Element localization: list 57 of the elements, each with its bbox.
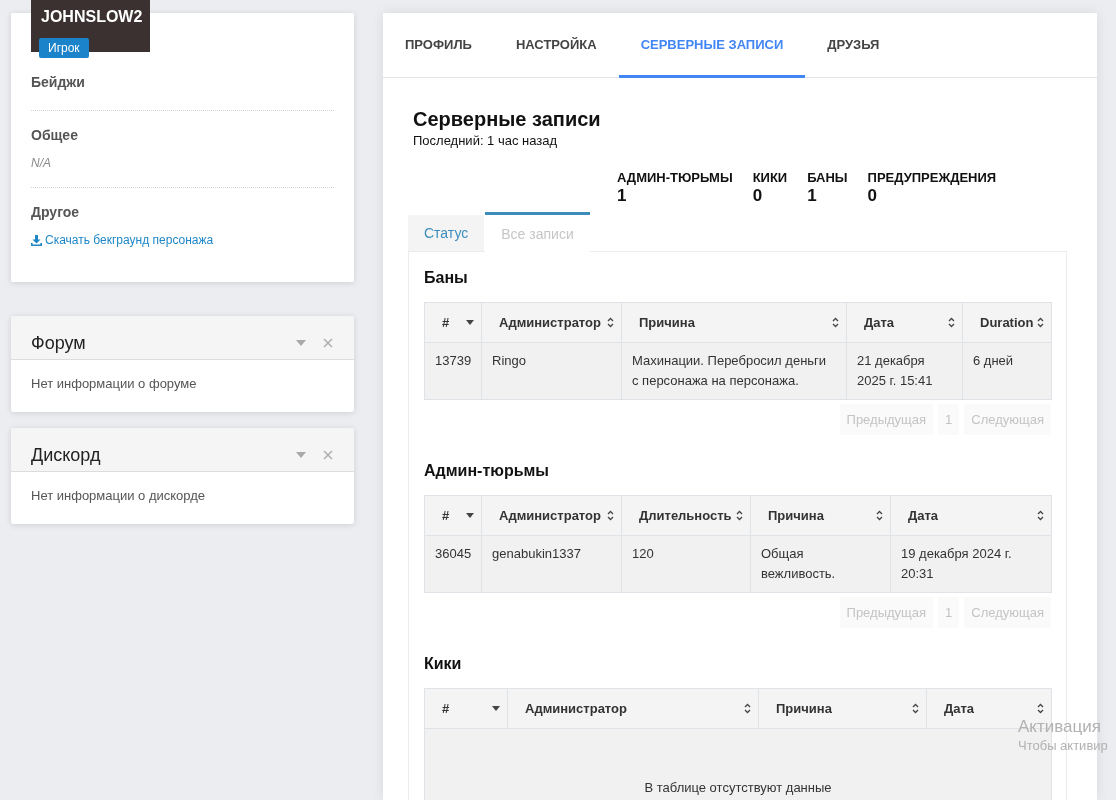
username: JOHNSLOW2 (41, 7, 143, 27)
column-header[interactable]: # (424, 495, 482, 536)
tab[interactable]: ДРУЗЬЯ (805, 13, 902, 78)
download-link[interactable]: Скачать бекграунд персонажа (31, 231, 214, 249)
column-header[interactable]: Причина (621, 302, 847, 343)
column-header[interactable]: Причина (750, 495, 891, 536)
column-header[interactable]: Дата (890, 495, 1052, 536)
page-title: Серверные записи (413, 107, 601, 131)
table-cell: 13739 (424, 342, 482, 400)
column-header[interactable]: # (424, 688, 508, 729)
close-icon[interactable] (323, 449, 333, 460)
table-cell: 21 декабря 2025 г. 15:41 (846, 342, 963, 400)
activation-text: Чтобы активир (1018, 738, 1108, 754)
column-header[interactable]: Администратор (481, 302, 622, 343)
caret-down-icon[interactable] (296, 339, 306, 346)
table-title: Кики (424, 654, 462, 674)
column-header[interactable]: # (424, 302, 482, 343)
column-header[interactable]: Причина (758, 688, 927, 729)
table-title: Админ-тюрьмы (424, 461, 549, 481)
tab[interactable]: ПРОФИЛЬ (383, 13, 494, 78)
caret-down-icon[interactable] (296, 451, 306, 458)
section-title: Общее (31, 126, 78, 145)
last-updated-text: Последний: 1 час назад (413, 133, 558, 149)
column-header[interactable]: Длительность (621, 495, 751, 536)
table-cell: 120 (621, 535, 751, 593)
stat-label: ПРЕДУПРЕЖДЕНИЯ (867, 170, 997, 186)
table-cell: 6 дней (962, 342, 1052, 400)
table-cell: 36045 (424, 535, 482, 593)
section-title: Другое (31, 203, 80, 222)
card-text: Нет информации о форуме (31, 376, 197, 391)
column-header[interactable]: Duration (962, 302, 1052, 343)
card-title: Форум (31, 331, 86, 355)
table-cell: Ringo (481, 342, 622, 400)
stat-value: 0 (867, 186, 877, 206)
stat-label: АДМИН-ТЮРЬМЫ (617, 170, 733, 186)
table-cell: Махинации. Перебросил деньги с персонажа на персонажа. (621, 342, 847, 400)
column-header[interactable]: Дата (846, 302, 963, 343)
download-icon (31, 234, 42, 246)
stat-label: БАНЫ (807, 170, 848, 186)
table-cell: 19 декабря 2024 г. 20:31 (890, 535, 1052, 593)
stat-value: 0 (752, 186, 763, 206)
role-badge: Игрок (39, 38, 89, 58)
tab[interactable]: НАСТРОЙКА (493, 13, 619, 78)
close-icon[interactable] (323, 337, 333, 348)
stat-value: 1 (807, 186, 817, 206)
column-header[interactable]: Администратор (481, 495, 622, 536)
section-title: Бейджи (31, 73, 85, 92)
stat-label: КИКИ (752, 170, 788, 186)
table-cell: genabukin1337 (481, 535, 622, 593)
stat-value: 1 (617, 186, 627, 206)
card-title: Дискорд (31, 443, 101, 467)
card-text: Нет информации о дискорде (31, 488, 206, 503)
tab[interactable]: СЕРВЕРНЫЕ ЗАПИСИ (618, 13, 806, 78)
field-value: N/A (31, 155, 51, 172)
table-cell: Общая вежливость. (750, 535, 891, 593)
column-header[interactable]: Администратор (507, 688, 759, 729)
table-title: Баны (424, 268, 468, 288)
